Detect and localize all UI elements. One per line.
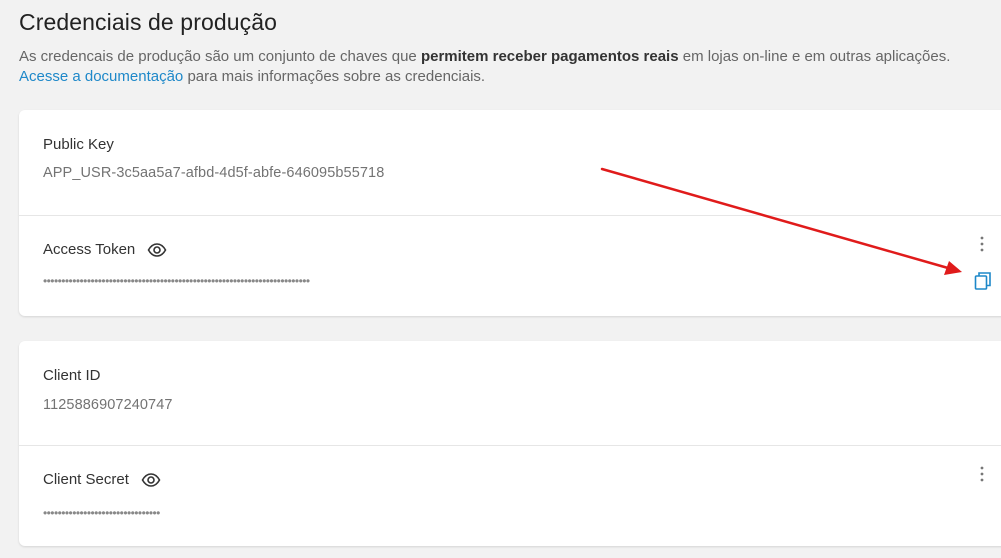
access-token-row: Access Token •••••••••••••••••••••••••••… bbox=[19, 216, 1001, 316]
intro-line-2: Acesse a documentação para mais informaç… bbox=[19, 67, 1001, 87]
credentials-card-client: Client ID 1125886907240747 Client Secret… bbox=[19, 341, 1001, 546]
intro-line-1: As credencais de produção são um conjunt… bbox=[19, 47, 1001, 67]
page-title: Credenciais de produção bbox=[19, 9, 278, 35]
copy-icon[interactable] bbox=[974, 271, 992, 291]
public-key-value[interactable]: APP_USR-3c5aa5a7-afbd-4d5f-abfe-646095b5… bbox=[43, 165, 384, 181]
client-id-value[interactable]: 1125886907240747 bbox=[43, 397, 173, 413]
access-token-label-wrap: Access Token bbox=[43, 241, 167, 258]
client-secret-label: Client Secret bbox=[43, 471, 129, 488]
client-id-row: Client ID 1125886907240747 bbox=[19, 341, 1001, 445]
credentials-card-keys: Public Key APP_USR-3c5aa5a7-afbd-4d5f-ab… bbox=[19, 110, 1001, 316]
public-key-row: Public Key APP_USR-3c5aa5a7-afbd-4d5f-ab… bbox=[19, 110, 1001, 215]
public-key-label: Public Key bbox=[43, 136, 114, 153]
client-secret-label-wrap: Client Secret bbox=[43, 471, 161, 488]
intro-start: As credencais de produção são um conjunt… bbox=[19, 48, 421, 65]
intro-end: em lojas on-line e em outras aplicações. bbox=[678, 48, 951, 65]
eye-icon[interactable] bbox=[147, 242, 167, 257]
documentation-link[interactable]: Acesse a documentação bbox=[19, 68, 183, 85]
client-secret-row: Client Secret ••••••••••••••••••••••••••… bbox=[19, 446, 1001, 546]
doc-suffix: para mais informações sobre as credencia… bbox=[183, 68, 486, 85]
intro-bold: permitem receber pagamentos reais bbox=[420, 48, 679, 65]
access-token-label: Access Token bbox=[43, 241, 136, 258]
access-token-value: ••••••••••••••••••••••••••••••••••••••••… bbox=[43, 274, 310, 288]
eye-icon[interactable] bbox=[141, 472, 161, 487]
intro-text: As credencais de produção são um conjunt… bbox=[19, 47, 1001, 87]
client-id-label: Client ID bbox=[43, 367, 101, 384]
client-secret-value: •••••••••••••••••••••••••••••••• bbox=[43, 506, 160, 520]
more-vertical-icon[interactable] bbox=[977, 235, 987, 253]
more-vertical-icon[interactable] bbox=[977, 465, 987, 483]
